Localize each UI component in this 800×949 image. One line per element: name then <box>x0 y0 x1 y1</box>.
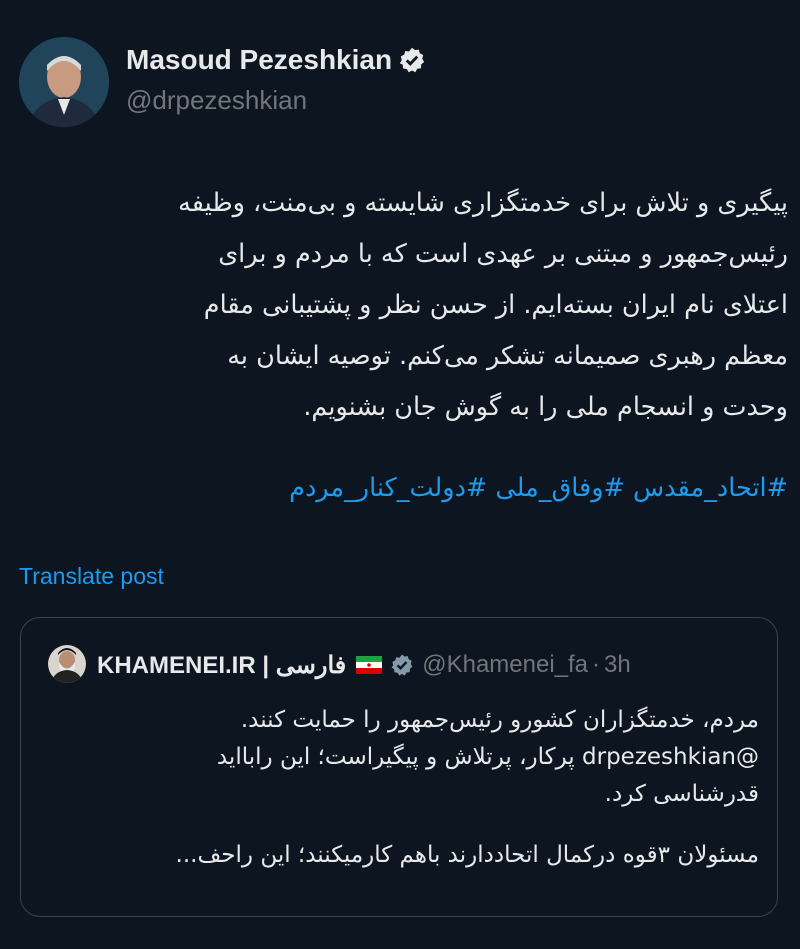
quote-timestamp[interactable]: 3h <box>604 651 631 679</box>
quote-text-line: مردم، خدمتگزاران کشورو رئیس‌جمهور را حما… <box>240 707 759 733</box>
quote-text-line: مسئولان ۳قوه درکمال اتحاددارند باهم کارم… <box>175 842 759 868</box>
verified-badge-icon <box>391 654 413 676</box>
iran-flag-icon <box>356 656 383 674</box>
quote-author-name[interactable]: KHAMENEI.IR | فارسی <box>97 651 346 680</box>
verified-badge-icon <box>399 47 425 73</box>
quote-author-handle[interactable]: @Khamenei_fa <box>422 651 588 679</box>
author-handle[interactable]: @drpezeshkian <box>126 85 307 116</box>
author-avatar[interactable] <box>19 37 109 127</box>
author-avatar-image <box>19 37 109 127</box>
tweet-text-line: اعتلای نام ایران بسته‌ایم. از حسن نظر و … <box>203 290 788 320</box>
translate-post-link[interactable]: Translate post <box>19 563 164 590</box>
tweet-text-line: رئیس‌جمهور و مبتنی بر عهدی است که با مرد… <box>218 239 788 269</box>
quote-text: مردم، خدمتگزاران کشورو رئیس‌جمهور را حما… <box>21 702 759 874</box>
author-name-row[interactable]: Masoud Pezeshkian <box>126 44 426 76</box>
hashtag-links[interactable]: #اتحاد_مقدس #وفاق_ملی #دولت_کنار_مردم <box>20 462 788 514</box>
quote-text-line: @drpezeshkian پرکار، پرتلاش و پیگیراست؛ … <box>216 744 759 770</box>
quote-header: KHAMENEI.IR | فارسی @Khamenei_fa · 3h <box>97 646 631 684</box>
quote-author-avatar[interactable] <box>48 645 86 683</box>
quote-paragraph-gap <box>21 813 759 837</box>
tweet-text-line: وحدت و انسجام ملی را به گوش جان بشنویم. <box>303 392 788 422</box>
tweet-text: پیگیری و تلاش برای خدمتگزاری شایسته و بی… <box>20 178 788 433</box>
tweet-text-line: پیگیری و تلاش برای خدمتگزاری شایسته و بی… <box>178 188 788 218</box>
quote-avatar-image <box>48 645 86 683</box>
author-display-name[interactable]: Masoud Pezeshkian <box>126 44 392 76</box>
quote-text-line: قدرشناسی کرد. <box>604 781 759 807</box>
tweet-text-line: معظم رهبری صمیمانه تشکر می‌کنم. توصیه ای… <box>227 341 788 371</box>
quote-separator: · <box>592 651 601 678</box>
quoted-post-card[interactable]: KHAMENEI.IR | فارسی @Khamenei_fa · 3h مر… <box>20 617 778 917</box>
